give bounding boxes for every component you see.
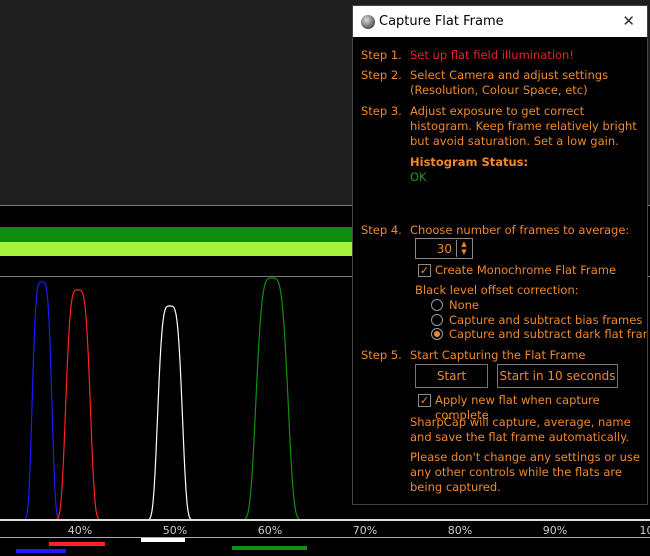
radio-none[interactable]	[431, 299, 443, 311]
axis-tick-label: 90%	[542, 524, 568, 537]
apply-flat-checkbox[interactable]: ✓	[418, 394, 431, 407]
stepper-arrows-icon[interactable]: ▲ ▼	[456, 240, 471, 257]
axis-tick-label: 40%	[67, 524, 93, 537]
step3-label: Step 3.	[361, 104, 402, 118]
histogram-curve	[233, 277, 311, 520]
green-range-marker	[232, 546, 307, 550]
step4-label: Step 4.	[361, 223, 402, 237]
axis-tick-label: 70%	[352, 524, 378, 537]
radio-dark-flat[interactable]	[431, 328, 443, 340]
histogram-status-label: Histogram Status:	[410, 155, 529, 169]
white-range-marker	[141, 538, 185, 542]
step5-label: Step 5.	[361, 348, 402, 362]
step2-label: Step 2.	[361, 68, 402, 82]
frames-value: 30	[436, 242, 452, 256]
axis-tick-label: 50%	[162, 524, 188, 537]
level-bar-light-green	[0, 242, 352, 256]
axis-tick-label: 80%	[447, 524, 473, 537]
level-bar-dark-green	[0, 227, 352, 242]
red-range-marker	[49, 542, 105, 546]
radio-none-label: None	[449, 298, 480, 312]
mono-checkbox-label: Create Monochrome Flat Frame	[435, 263, 617, 277]
divider	[0, 537, 650, 538]
black-level-label: Black level offset correction:	[415, 283, 579, 297]
step1-text: Set up flat field illumination!	[410, 48, 574, 62]
start-button[interactable]: Start	[415, 364, 488, 388]
histogram-curve	[140, 305, 200, 520]
info-text-2: Please don't change any settings or use …	[410, 450, 640, 494]
histogram-axis	[0, 519, 650, 521]
mono-checkbox[interactable]: ✓	[418, 264, 431, 277]
close-icon[interactable]: ✕	[622, 12, 635, 30]
dialog-title: Capture Flat Frame	[379, 14, 504, 29]
start-delay-button[interactable]: Start in 10 seconds	[497, 364, 618, 388]
app-icon	[361, 14, 375, 29]
title-bar: Capture Flat Frame	[353, 6, 647, 37]
radio-dark-flat-label: Capture and subtract dark flat frames	[449, 327, 647, 341]
radio-bias[interactable]	[431, 314, 443, 326]
step2-text: Select Camera and adjust settings (Resol…	[410, 68, 609, 97]
histogram-curve	[18, 281, 66, 520]
info-text-1: SharpCap will capture, average, name and…	[410, 415, 631, 444]
step3-text: Adjust exposure to get correct histogram…	[410, 104, 637, 148]
capture-flat-frame-dialog: Capture Flat Frame ✕ Step 1. Set up flat…	[352, 5, 648, 505]
histogram-status: OK	[410, 170, 427, 184]
step4-text: Choose number of frames to average:	[410, 223, 630, 237]
blue-range-marker	[16, 549, 66, 553]
step5-text: Start Capturing the Flat Frame	[410, 348, 586, 362]
step1-label: Step 1.	[361, 48, 402, 62]
histogram-curve	[48, 289, 108, 520]
axis-tick-label: 100	[639, 524, 650, 537]
axis-tick-label: 60%	[257, 524, 283, 537]
radio-bias-label: Capture and subtract bias frames	[449, 313, 643, 327]
frames-stepper[interactable]: 30 ▲ ▼	[415, 238, 473, 259]
